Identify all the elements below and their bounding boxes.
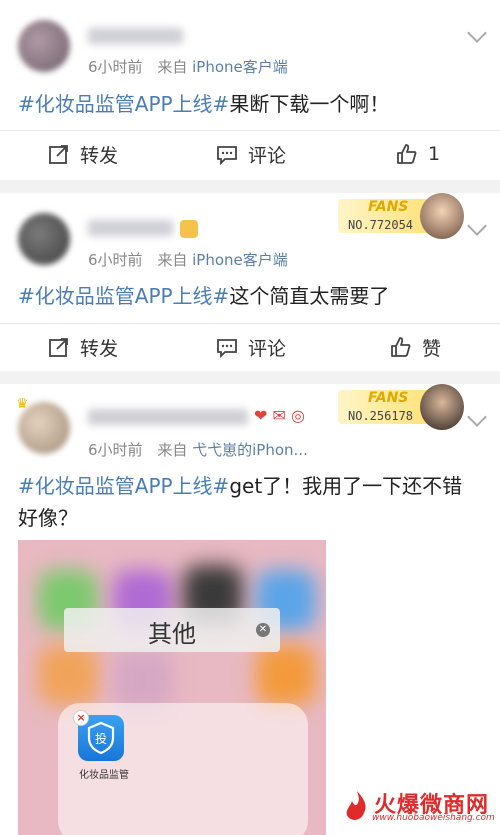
fans-number: NO.256178	[348, 409, 414, 423]
post-meta: 6小时前 来自 弋弋崽的iPhon...	[88, 439, 308, 460]
post-actions: 转发 评论 1	[0, 131, 500, 177]
fans-celebrity-avatar	[420, 193, 464, 239]
username-blurred[interactable]	[88, 28, 183, 44]
hashtag-link[interactable]: #化妆品监管APP上线#	[18, 474, 229, 498]
post-source[interactable]: 弋弋崽的iPhon...	[192, 441, 308, 459]
repost-icon	[49, 338, 68, 357]
post-from: 来自	[157, 441, 188, 459]
post-content: #化妆品监管APP上线#果断下载一个啊！	[18, 88, 482, 120]
fans-badge[interactable]: FANS NO.256178	[338, 384, 464, 430]
post-image[interactable]: 其他 ✕ 投 × 化妆品监管	[18, 540, 326, 835]
comment-label: 评论	[248, 144, 287, 167]
user-avatar[interactable]	[18, 213, 70, 265]
post-meta: 6小时前 来自 iPhone客户端	[88, 56, 288, 77]
chevron-down-icon[interactable]	[467, 407, 487, 427]
repost-button[interactable]: 转发	[48, 131, 118, 177]
fans-label: FANS	[368, 390, 409, 406]
comment-button[interactable]: 评论	[216, 324, 286, 370]
repost-label: 转发	[80, 337, 119, 360]
post-content: #化妆品监管APP上线#get了！我用了一下还不错 好像？	[18, 470, 482, 534]
thumbs-up-icon	[397, 144, 417, 164]
fans-badge[interactable]: FANS NO.772054	[338, 193, 464, 239]
chevron-down-icon[interactable]	[467, 23, 487, 43]
fans-label: FANS	[368, 199, 409, 215]
like-button[interactable]: 赞	[390, 324, 441, 370]
thumbs-up-icon	[391, 337, 411, 357]
fans-celebrity-avatar	[420, 384, 464, 430]
hashtag-link[interactable]: #化妆品监管APP上线#	[18, 284, 229, 308]
watermark-logo-icon	[346, 791, 366, 820]
divider	[0, 130, 500, 131]
post-text: get了！我用了一下还不错	[229, 474, 463, 498]
divider	[0, 323, 500, 324]
post-source[interactable]: iPhone客户端	[192, 58, 288, 76]
fans-number: NO.772054	[348, 218, 414, 232]
crown-icon: ♛	[16, 396, 29, 412]
chevron-down-icon[interactable]	[467, 216, 487, 236]
like-button[interactable]: 1	[396, 131, 440, 177]
comment-button[interactable]: 评论	[216, 131, 286, 177]
blurred-app-icon	[113, 650, 173, 710]
delete-app-icon[interactable]: ×	[73, 710, 89, 726]
feed-post-1: 6小时前 来自 iPhone客户端 #化妆品监管APP上线#果断下载一个啊！ 转…	[0, 0, 500, 180]
post-time: 6小时前	[88, 58, 143, 76]
like-count: 1	[428, 143, 441, 165]
svg-text:投: 投	[95, 731, 107, 746]
repost-icon	[49, 145, 68, 164]
post-from: 来自	[157, 251, 188, 269]
repost-label: 转发	[80, 144, 119, 167]
post-meta: 6小时前 来自 iPhone客户端	[88, 249, 288, 270]
repost-button[interactable]: 转发	[48, 324, 118, 370]
blurred-app-icon	[38, 645, 98, 705]
post-text: 果断下载一个啊！	[229, 92, 390, 116]
site-watermark: 火爆微商网 www.huobaoweishang.com	[342, 787, 495, 827]
app-label: 化妆品监管	[79, 770, 129, 781]
vip-badge-icon	[180, 220, 198, 238]
username-blurred[interactable]	[88, 409, 248, 425]
blurred-app-icon	[256, 645, 316, 705]
watermark-url: www.huobaoweishang.com	[372, 813, 495, 823]
username-blurred[interactable]	[88, 220, 173, 236]
user-avatar[interactable]	[18, 20, 70, 72]
hashtag-link[interactable]: #化妆品监管APP上线#	[18, 92, 229, 116]
post-text-line2: 好像？	[18, 506, 78, 530]
post-text: 这个简直太需要了	[229, 284, 390, 308]
post-time: 6小时前	[88, 441, 143, 459]
post-time: 6小时前	[88, 251, 143, 269]
comment-icon	[217, 146, 237, 165]
post-actions: 转发 评论 赞	[0, 324, 500, 370]
emoji-badges-icon: ❤ ✉ ◎	[254, 406, 305, 425]
comment-label: 评论	[248, 337, 287, 360]
folder-title: 其他	[148, 620, 196, 648]
comment-icon	[217, 339, 237, 358]
post-content: #化妆品监管APP上线#这个简直太需要了	[18, 280, 482, 312]
feed-post-2: FANS NO.772054 6小时前 来自 iPhone客户端 #化妆品监管A…	[0, 193, 500, 371]
folder-title-bar[interactable]: 其他 ✕	[64, 608, 280, 652]
post-from: 来自	[157, 58, 188, 76]
post-source[interactable]: iPhone客户端	[192, 251, 288, 269]
clear-icon[interactable]: ✕	[256, 623, 270, 637]
like-label: 赞	[422, 337, 442, 360]
